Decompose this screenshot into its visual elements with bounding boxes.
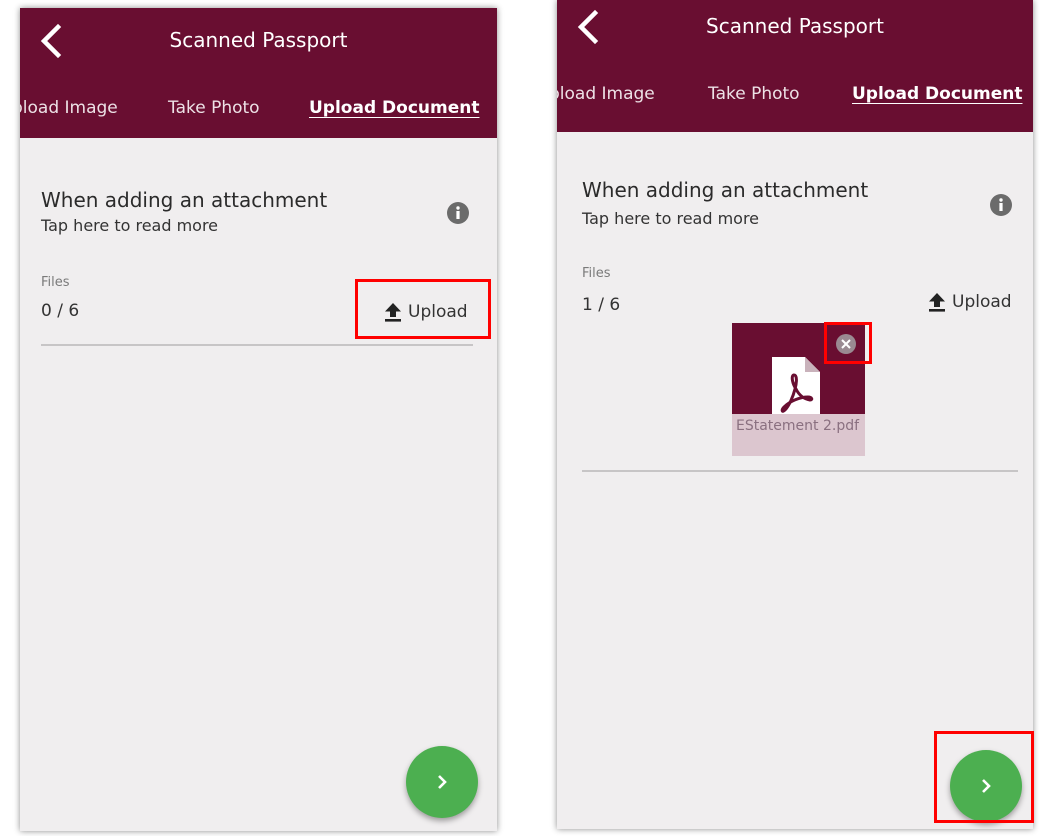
next-button[interactable]: [950, 750, 1022, 822]
divider: [582, 470, 1018, 472]
info-icon[interactable]: [989, 193, 1013, 217]
app-bar: Scanned Passport pload Image Take Photo …: [557, 0, 1033, 132]
upload-icon: [385, 303, 401, 322]
page-title: Scanned Passport: [706, 14, 884, 38]
pdf-icon: [772, 357, 820, 417]
chevron-right-icon: [438, 775, 447, 789]
divider: [41, 344, 473, 346]
file-name: EStatement 2.pdf: [732, 414, 865, 456]
attachment-heading[interactable]: When adding an attachment: [41, 188, 327, 212]
close-icon: [836, 334, 856, 354]
tab-take-photo[interactable]: Take Photo: [708, 84, 800, 104]
read-more-link[interactable]: Tap here to read more: [582, 209, 759, 228]
tab-upload-document[interactable]: Upload Document: [852, 84, 1022, 104]
file-count: 0 / 6: [41, 301, 80, 321]
upload-icon: [929, 293, 945, 312]
next-button[interactable]: [406, 746, 478, 818]
tab-take-photo[interactable]: Take Photo: [168, 98, 260, 118]
right-screen: Scanned Passport pload Image Take Photo …: [557, 0, 1033, 829]
upload-label: Upload: [952, 292, 1012, 312]
page-title: Scanned Passport: [169, 28, 348, 52]
file-count: 1 / 6: [582, 295, 621, 315]
tab-upload-image[interactable]: pload Image: [20, 98, 118, 118]
read-more-link[interactable]: Tap here to read more: [41, 216, 218, 235]
chevron-right-icon: [982, 779, 991, 793]
app-bar: Scanned Passport pload Image Take Photo …: [20, 8, 497, 138]
left-screen: Scanned Passport pload Image Take Photo …: [20, 8, 497, 831]
upload-label: Upload: [408, 302, 468, 322]
remove-file-button[interactable]: [835, 333, 857, 355]
files-label: Files: [41, 275, 70, 290]
upload-button[interactable]: Upload: [384, 302, 468, 322]
tab-upload-image[interactable]: pload Image: [557, 84, 655, 104]
tab-upload-document[interactable]: Upload Document: [309, 98, 479, 118]
info-icon[interactable]: [446, 201, 470, 225]
upload-button[interactable]: Upload: [928, 292, 1012, 312]
files-label: Files: [582, 266, 611, 281]
attachment-heading[interactable]: When adding an attachment: [582, 178, 868, 202]
